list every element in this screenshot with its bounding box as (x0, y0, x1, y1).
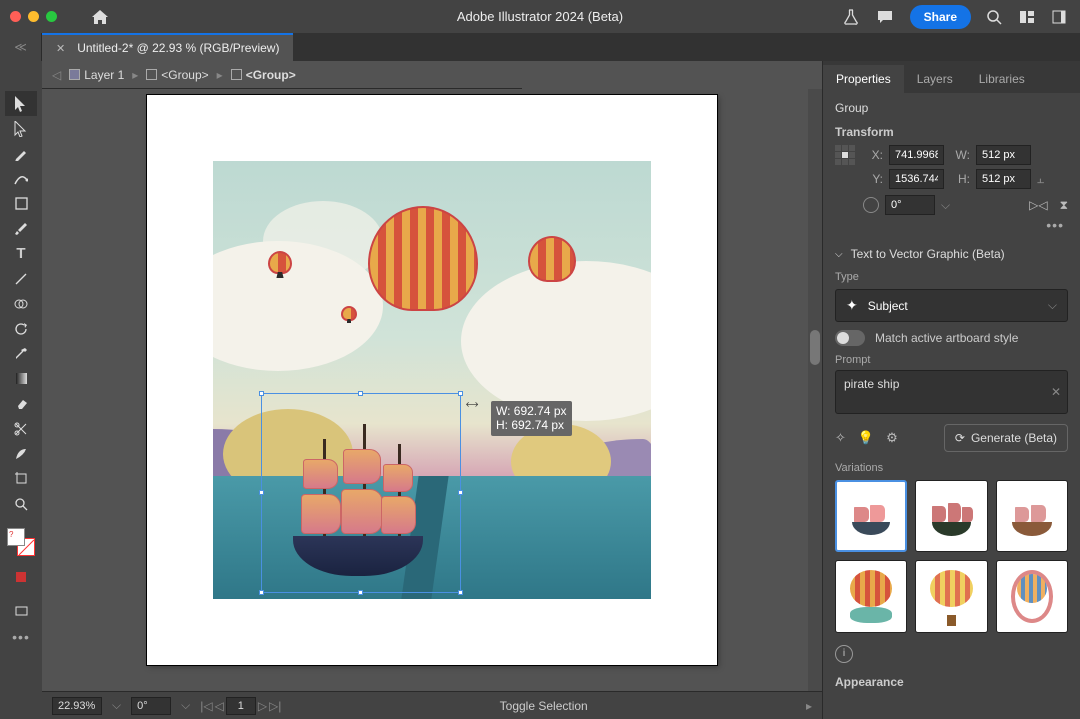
style-picker-icon[interactable]: ✧ (835, 430, 846, 446)
match-style-toggle[interactable] (835, 330, 865, 346)
scissors-tool[interactable] (5, 416, 37, 441)
tab-layers[interactable]: Layers (904, 65, 966, 93)
search-icon[interactable] (986, 9, 1004, 25)
variation-thumb-6[interactable] (996, 560, 1068, 632)
variation-thumb-2[interactable] (915, 480, 987, 552)
idea-icon[interactable]: 💡 (858, 430, 874, 446)
rotate-icon (863, 197, 879, 213)
transform-x[interactable] (889, 145, 944, 165)
titlebar: Adobe Illustrator 2024 (Beta) Share (0, 0, 1080, 33)
variation-thumb-4[interactable] (835, 560, 907, 632)
window-maximize[interactable] (46, 11, 57, 22)
breadcrumb: ◁ Layer 1 ▸ <Group> ▸ <Group> (42, 61, 522, 89)
close-tab-icon[interactable]: ✕ (56, 42, 65, 55)
eyedropper-tool[interactable] (5, 341, 37, 366)
transform-h[interactable] (976, 169, 1031, 189)
app-title: Adobe Illustrator 2024 (Beta) (457, 9, 623, 24)
prompt-label: Prompt (835, 354, 1068, 366)
flip-horizontal-icon[interactable]: ▷◁ (1029, 198, 1047, 212)
zoom-tool[interactable] (5, 491, 37, 516)
sparkle-icon: ✦ (846, 297, 858, 314)
panel-toggle-icon[interactable] (1052, 10, 1070, 24)
document-tab-label: Untitled-2* @ 22.93 % (RGB/Preview) (77, 41, 279, 55)
type-label: Type (835, 271, 1068, 283)
tab-libraries[interactable]: Libraries (966, 65, 1038, 93)
info-icon[interactable]: i (835, 645, 853, 663)
selection-tool[interactable] (5, 91, 37, 116)
rotate-tool[interactable] (5, 316, 37, 341)
gradient-tool[interactable] (5, 366, 37, 391)
match-style-label: Match active artboard style (875, 331, 1018, 345)
screen-mode[interactable] (5, 599, 37, 624)
toolbar-toggle[interactable]: ≪ (0, 33, 42, 61)
clear-prompt-icon[interactable]: ✕ (1051, 385, 1061, 399)
line-tool[interactable] (5, 266, 37, 291)
direct-selection-tool[interactable] (5, 116, 37, 141)
breadcrumb-back[interactable]: ◁ (52, 68, 61, 82)
variation-thumb-3[interactable] (996, 480, 1068, 552)
status-text: Toggle Selection (291, 699, 796, 713)
transform-y[interactable] (889, 169, 944, 189)
status-bar: ⌵ ⌵ |◁◁ ▷▷| Toggle Selection ▸ (42, 691, 822, 719)
width-tool[interactable] (5, 441, 37, 466)
transform-heading: Transform (835, 125, 1068, 139)
chevron-down-icon: ⌵ (835, 249, 843, 260)
breadcrumb-group1[interactable]: <Group> (161, 68, 208, 82)
breadcrumb-group2[interactable]: <Group> (246, 68, 296, 82)
flip-vertical-icon[interactable]: ⧗ (1060, 198, 1068, 213)
variations-label: Variations (835, 462, 1068, 474)
lock-aspect-icon[interactable]: ⫠ (1037, 172, 1068, 187)
settings-gear-icon[interactable]: ⚙ (886, 430, 898, 446)
shape-builder-tool[interactable] (5, 291, 37, 316)
text-to-vector-section[interactable]: ⌵ Text to Vector Graphic (Beta) (835, 247, 1068, 261)
share-button[interactable]: Share (910, 5, 971, 29)
eraser-tool[interactable] (5, 391, 37, 416)
prompt-input[interactable]: pirate ship ✕ (835, 370, 1068, 414)
transform-rotate[interactable] (885, 195, 935, 215)
window-close[interactable] (10, 11, 21, 22)
window-minimize[interactable] (28, 11, 39, 22)
selection-box[interactable] (261, 393, 461, 593)
variation-thumb-5[interactable] (915, 560, 987, 632)
breadcrumb-layer[interactable]: Layer 1 (84, 68, 124, 82)
reference-point[interactable] (835, 145, 855, 165)
tools-panel: T ? ••• (0, 61, 42, 719)
artboard[interactable]: W: 692.74 pxH: 692.74 px ⤢ (213, 161, 651, 599)
flask-icon[interactable] (844, 9, 862, 25)
selection-type-label: Group (835, 101, 1068, 115)
variation-thumb-1[interactable] (835, 480, 907, 552)
fill-stroke-swatch[interactable]: ? (7, 528, 35, 556)
canvas[interactable]: ◁ Layer 1 ▸ <Group> ▸ <Group> (42, 61, 822, 719)
refresh-icon: ⟳ (955, 431, 965, 445)
edit-toolbar[interactable]: ••• (5, 624, 37, 649)
artboard-number[interactable] (226, 697, 256, 715)
home-icon[interactable] (92, 10, 108, 24)
curvature-tool[interactable] (5, 166, 37, 191)
appearance-heading: Appearance (835, 675, 1068, 689)
rectangle-tool[interactable] (5, 191, 37, 216)
generate-button[interactable]: ⟳ Generate (Beta) (944, 424, 1068, 452)
vertical-scrollbar[interactable] (808, 89, 822, 691)
zoom-input[interactable] (52, 697, 102, 715)
artboard-tool[interactable] (5, 466, 37, 491)
transform-more-icon[interactable]: ••• (1046, 217, 1064, 233)
rotate-view-input[interactable] (131, 697, 171, 715)
artboard-pasteboard: W: 692.74 pxH: 692.74 px ⤢ (147, 95, 717, 665)
tab-properties[interactable]: Properties (823, 65, 904, 93)
type-dropdown[interactable]: ✦ Subject ⌵ (835, 289, 1068, 322)
fill-mode[interactable] (5, 564, 37, 589)
chevron-down-icon: ⌵ (1048, 298, 1057, 313)
arrange-icon[interactable] (1019, 10, 1037, 24)
pen-tool[interactable] (5, 141, 37, 166)
measure-tooltip: W: 692.74 pxH: 692.74 px (491, 401, 572, 436)
type-tool[interactable]: T (5, 241, 37, 266)
paintbrush-tool[interactable] (5, 216, 37, 241)
transform-w[interactable] (976, 145, 1031, 165)
document-tab[interactable]: ✕ Untitled-2* @ 22.93 % (RGB/Preview) (42, 33, 293, 61)
properties-panel: Properties Layers Libraries Group Transf… (822, 61, 1080, 719)
document-tab-bar: ≪ ✕ Untitled-2* @ 22.93 % (RGB/Preview) (0, 33, 1080, 61)
artboad-navigation[interactable]: |◁◁ ▷▷| (200, 697, 281, 715)
comment-icon[interactable] (877, 10, 895, 24)
